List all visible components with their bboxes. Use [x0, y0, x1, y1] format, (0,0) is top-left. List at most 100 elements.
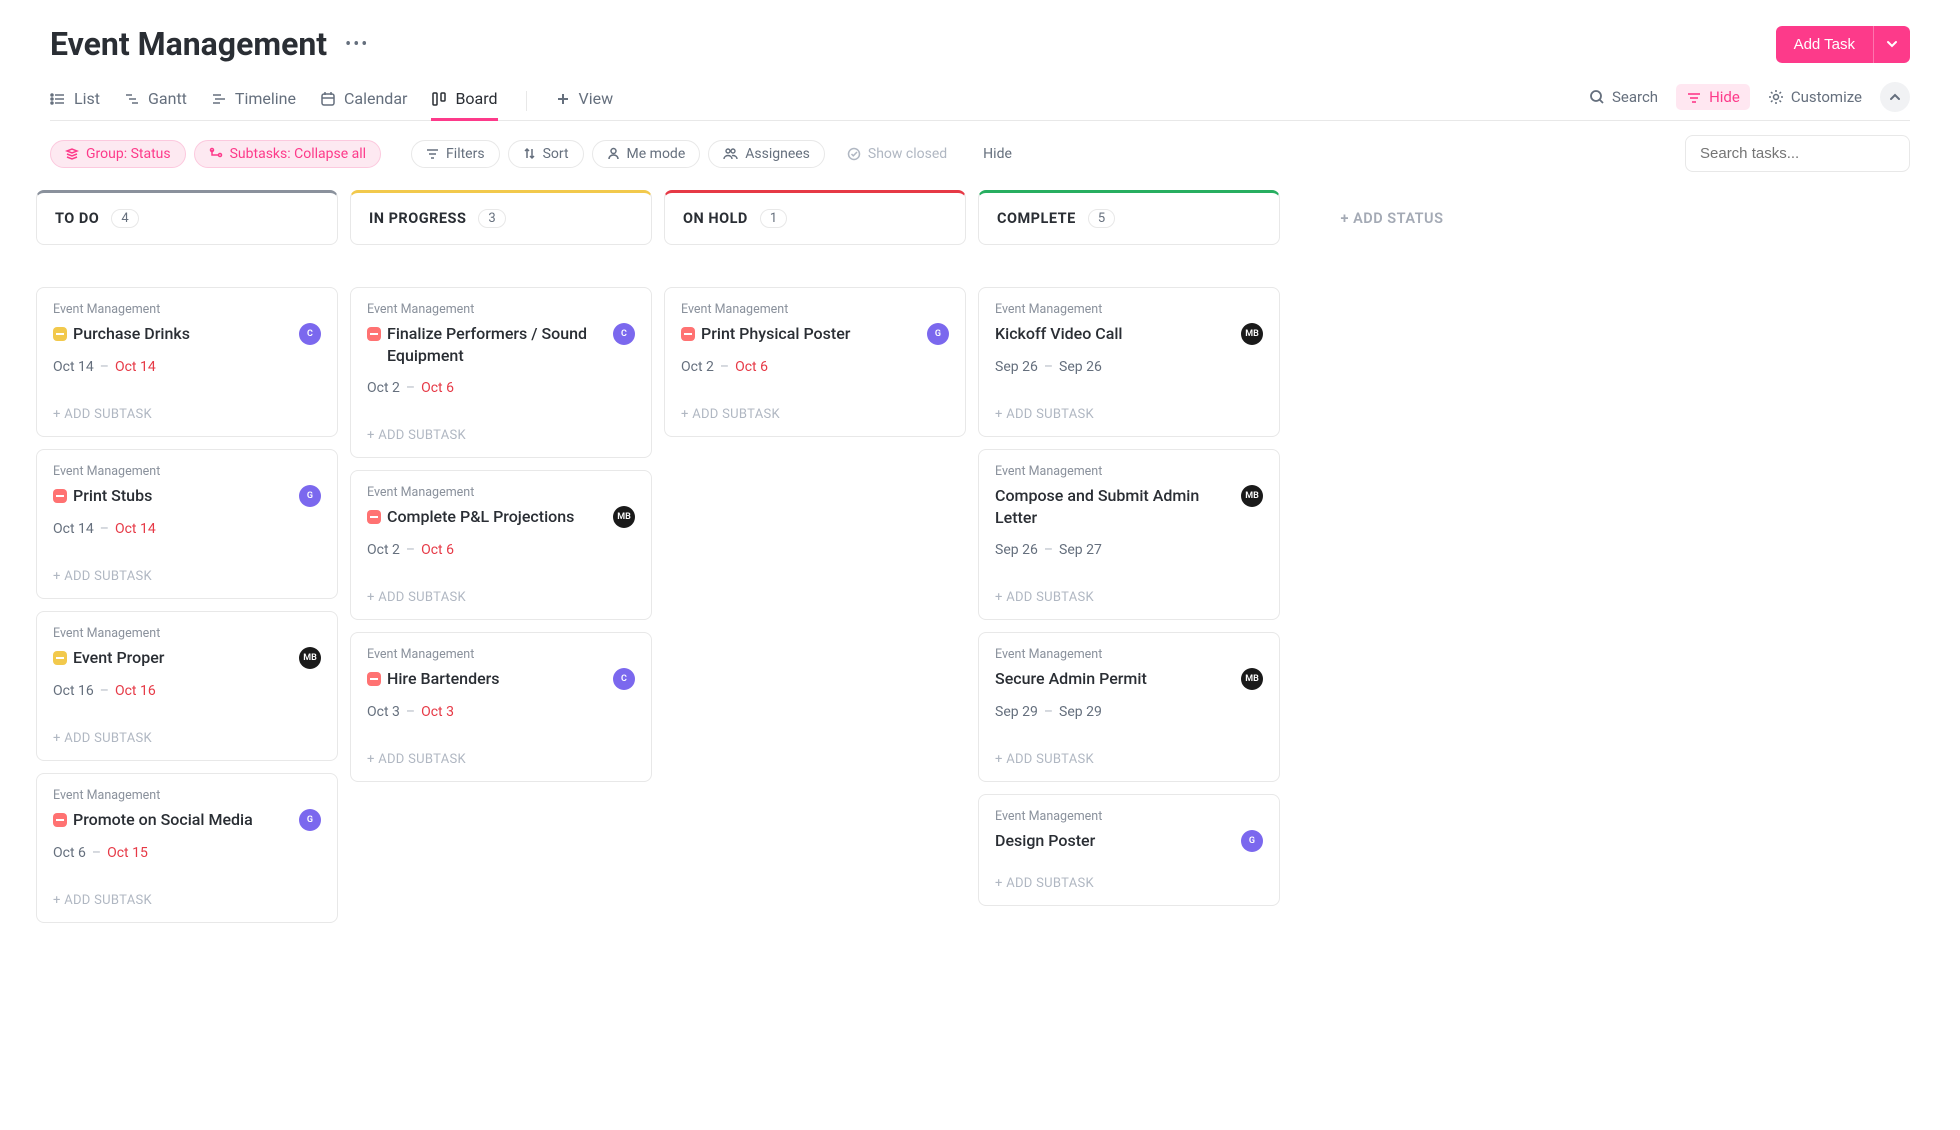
- card-dates: Oct 14–Oct 14: [53, 521, 321, 537]
- column-count: 3: [478, 209, 505, 228]
- people-icon: [723, 147, 738, 160]
- hide-icon: [1686, 89, 1702, 105]
- add-subtask-button[interactable]: + ADD SUBTASK: [995, 580, 1263, 619]
- task-card[interactable]: Event ManagementPrint StubsGOct 14–Oct 1…: [36, 449, 338, 599]
- add-subtask-button[interactable]: + ADD SUBTASK: [681, 397, 949, 436]
- tab-label: Timeline: [235, 89, 296, 108]
- hide-text-button[interactable]: Hide: [969, 141, 1026, 167]
- collapse-button[interactable]: [1880, 82, 1910, 112]
- add-subtask-button[interactable]: + ADD SUBTASK: [367, 418, 635, 457]
- avatar[interactable]: MB: [1241, 485, 1263, 507]
- add-subtask-button[interactable]: + ADD SUBTASK: [53, 397, 321, 436]
- task-card[interactable]: Event ManagementPrint Physical PosterGOc…: [664, 287, 966, 437]
- tab-separator: [526, 91, 527, 111]
- avatar[interactable]: MB: [613, 506, 635, 528]
- task-card[interactable]: Event Management Compose and Submit Admin…: [978, 449, 1280, 620]
- page-title: Event Management: [50, 25, 327, 63]
- show-closed-pill[interactable]: Show closed: [833, 141, 961, 167]
- add-subtask-button[interactable]: + ADD SUBTASK: [367, 742, 635, 781]
- task-card[interactable]: Event ManagementDesign PosterG+ ADD SUBT…: [978, 794, 1280, 906]
- column-header[interactable]: ON HOLD1: [664, 190, 966, 245]
- tab-list[interactable]: List: [50, 81, 100, 120]
- column-header[interactable]: TO DO4: [36, 190, 338, 245]
- add-subtask-button[interactable]: + ADD SUBTASK: [995, 866, 1263, 905]
- tab-label: Board: [455, 89, 497, 108]
- check-circle-icon: [847, 147, 861, 161]
- avatar[interactable]: G: [299, 485, 321, 507]
- tab-gantt[interactable]: Gantt: [124, 81, 187, 120]
- sort-pill[interactable]: Sort: [508, 140, 584, 168]
- filter-icon: [426, 147, 439, 160]
- priority-icon: [53, 813, 67, 827]
- task-card[interactable]: Event ManagementHire BartendersCOct 3–Oc…: [350, 632, 652, 782]
- search-icon: [1589, 89, 1605, 105]
- card-title: Design Poster: [995, 830, 1095, 852]
- search-button[interactable]: Search: [1589, 88, 1658, 106]
- avatar[interactable]: G: [1241, 830, 1263, 852]
- action-label: Customize: [1791, 88, 1862, 106]
- column-header[interactable]: IN PROGRESS 3: [350, 190, 652, 245]
- add-view-button[interactable]: View: [555, 81, 614, 120]
- tab-calendar[interactable]: Calendar: [320, 81, 407, 120]
- card-project: Event Management: [53, 788, 321, 803]
- task-card[interactable]: Event ManagementComplete P&L Projections…: [350, 470, 652, 620]
- priority-icon: [53, 489, 67, 503]
- card-title: Finalize Performers / Sound Equipment: [387, 323, 603, 366]
- task-card[interactable]: Event ManagementKickoff Video CallMBSep …: [978, 287, 1280, 437]
- priority-icon: [53, 651, 67, 665]
- avatar[interactable]: C: [613, 323, 635, 345]
- task-card[interactable]: Event ManagementPromote on Social MediaG…: [36, 773, 338, 923]
- assignees-pill[interactable]: Assignees: [708, 140, 825, 168]
- customize-button[interactable]: Customize: [1768, 88, 1862, 106]
- board-column: TO DO4 Event ManagementPurchase DrinksCOc…: [36, 190, 338, 935]
- card-project: Event Management: [367, 485, 635, 500]
- avatar[interactable]: MB: [299, 647, 321, 669]
- card-project: Event Management: [53, 464, 321, 479]
- avatar[interactable]: G: [927, 323, 949, 345]
- tab-label: Gantt: [148, 89, 187, 108]
- add-subtask-button[interactable]: + ADD SUBTASK: [53, 883, 321, 922]
- tab-board[interactable]: Board: [431, 81, 497, 120]
- pill-label: Me mode: [627, 146, 686, 162]
- group-pill[interactable]: Group: Status: [50, 140, 186, 168]
- column-header[interactable]: COMPLETE5: [978, 190, 1280, 245]
- avatar[interactable]: G: [299, 809, 321, 831]
- hide-button[interactable]: Hide: [1676, 84, 1750, 110]
- column-title: IN PROGRESS: [369, 210, 466, 227]
- list-icon: [50, 91, 66, 107]
- add-task-button[interactable]: Add Task: [1776, 26, 1873, 63]
- card-title: Compose and Submit Admin Letter: [995, 485, 1231, 528]
- add-subtask-button[interactable]: + ADD SUBTASK: [53, 721, 321, 760]
- add-subtask-button[interactable]: + ADD SUBTASK: [995, 742, 1263, 781]
- add-task-dropdown[interactable]: [1873, 26, 1910, 63]
- me-mode-pill[interactable]: Me mode: [592, 140, 701, 168]
- priority-icon: [367, 672, 381, 686]
- card-dates: Oct 14–Oct 14: [53, 359, 321, 375]
- add-subtask-button[interactable]: + ADD SUBTASK: [53, 559, 321, 598]
- add-status-button[interactable]: + ADD STATUS: [1292, 190, 1492, 935]
- avatar[interactable]: C: [299, 323, 321, 345]
- task-card[interactable]: Event ManagementFinalize Performers / So…: [350, 287, 652, 458]
- tab-timeline[interactable]: Timeline: [211, 81, 296, 120]
- add-subtask-button[interactable]: + ADD SUBTASK: [995, 397, 1263, 436]
- search-tasks-input[interactable]: [1685, 135, 1910, 172]
- task-card[interactable]: Event ManagementSecure Admin PermitMBSep…: [978, 632, 1280, 782]
- task-card[interactable]: Event ManagementPurchase DrinksCOct 14–O…: [36, 287, 338, 437]
- more-icon[interactable]: •••: [345, 34, 369, 55]
- stack-icon: [65, 147, 79, 161]
- board-column: ON HOLD1 Event ManagementPrint Physical P…: [664, 190, 966, 935]
- filters-pill[interactable]: Filters: [411, 140, 500, 168]
- avatar[interactable]: MB: [1241, 668, 1263, 690]
- card-dates: Sep 26–Sep 27: [995, 542, 1263, 558]
- card-dates: Sep 29–Sep 29: [995, 704, 1263, 720]
- subtasks-pill[interactable]: Subtasks: Collapse all: [194, 140, 381, 168]
- avatar[interactable]: MB: [1241, 323, 1263, 345]
- column-title: ON HOLD: [683, 210, 748, 227]
- avatar[interactable]: C: [613, 668, 635, 690]
- board-column: IN PROGRESS3Event ManagementFinalize Per…: [350, 190, 652, 935]
- add-subtask-button[interactable]: + ADD SUBTASK: [367, 580, 635, 619]
- task-card[interactable]: Event ManagementEvent ProperMBOct 16–Oct…: [36, 611, 338, 761]
- tab-label: List: [74, 89, 100, 108]
- card-title: Event Proper: [73, 647, 164, 669]
- card-project: Event Management: [995, 464, 1263, 479]
